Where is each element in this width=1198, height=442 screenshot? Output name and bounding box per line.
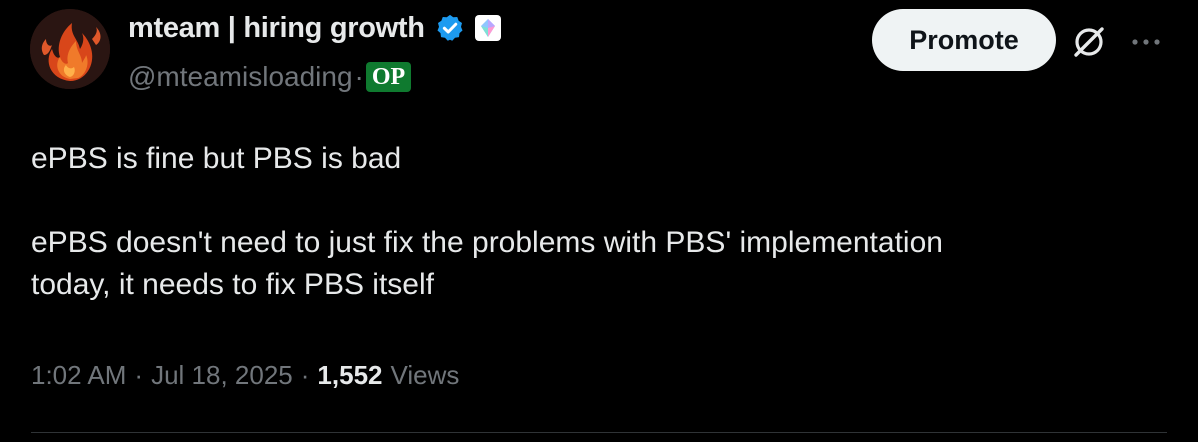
divider [31,432,1167,433]
more-options-icon[interactable] [1128,24,1164,60]
handle[interactable]: @mteamisloading [128,61,353,93]
tweet-paragraph-1: ePBS is fine but PBS is bad [31,142,402,175]
verified-badge-icon[interactable] [435,13,465,43]
tweet-date[interactable]: Jul 18, 2025 [151,360,293,391]
views-label: Views [390,360,460,390]
handle-separator: · [354,61,364,92]
affiliate-badge-icon[interactable] [474,15,501,41]
tweet-paragraph-2-line-1: ePBS doesn't need to just fix the proble… [31,226,943,259]
meta-separator: · [134,360,144,390]
grok-icon[interactable] [1069,22,1109,62]
tweet-meta: 1:02 AM · Jul 18, 2025 · 1,552 Views [31,360,459,391]
author-handle-row: @mteamisloading · OP [128,60,412,94]
display-name[interactable]: mteam | hiring growth [128,12,425,45]
tweet-paragraph-2-line-2: today, it needs to fix PBS itself [31,268,434,301]
op-badge: OP [365,62,412,92]
flame-avatar-image [30,9,110,89]
avatar[interactable] [30,9,110,89]
tweet-text: ePBS is fine but PBS is bad ePBS doesn't… [31,138,1151,306]
tweet-time[interactable]: 1:02 AM [31,360,126,391]
promote-button[interactable]: Promote [872,9,1056,71]
author-name-row: mteam | hiring growth [128,10,501,46]
meta-separator: · [300,360,310,390]
views-count[interactable]: 1,552 [317,360,382,391]
